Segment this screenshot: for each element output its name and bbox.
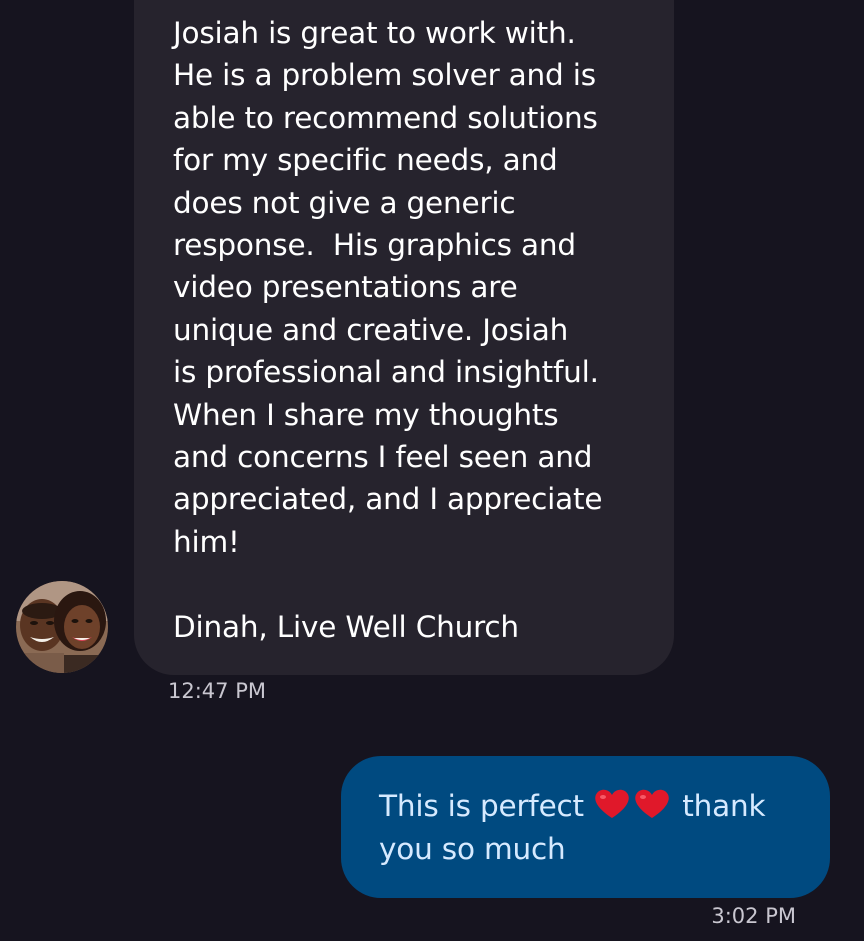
incoming-message-text: Josiah is great to work with. He is a pr… [173,16,603,644]
contact-photo-icon [16,581,108,673]
red-heart-icon [635,789,669,818]
outgoing-message-text: This is perfect thank you so much [379,785,809,871]
contact-avatar[interactable] [16,581,108,673]
outgoing-message-timestamp: 3:02 PM [711,904,796,928]
red-heart-icon [595,789,629,818]
outgoing-text-start: This is perfect [379,789,594,823]
incoming-message-timestamp: 12:47 PM [168,679,266,703]
